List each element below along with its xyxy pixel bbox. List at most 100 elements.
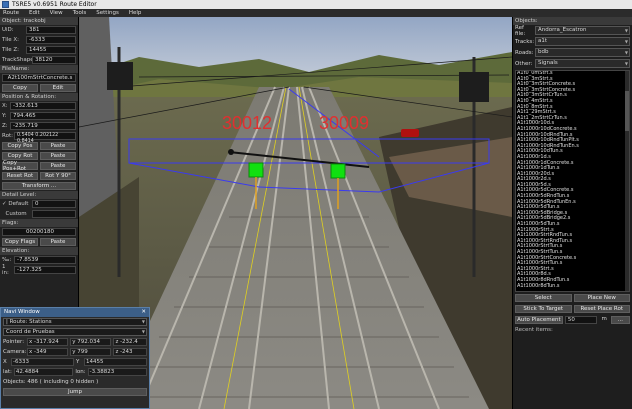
window-title: TSRE5 v0.6951 Route Editor [12,1,97,8]
scrollbar-thumb[interactable] [625,91,629,131]
edit-filename-button[interactable]: Edit [40,84,76,92]
menu-settings[interactable]: Settings [91,10,124,16]
default-radio[interactable]: ✓ Default [2,201,32,207]
tile-x-label: X [3,359,7,365]
camera-label: Camera: [3,349,27,355]
custom-field[interactable] [32,210,76,218]
paste-pos-button[interactable]: Paste [40,142,76,150]
lat-field[interactable]: 42.4884 [13,368,74,376]
lat-label: lat: [3,369,12,375]
filename-header: FileName: [0,65,78,73]
menu-help[interactable]: Help [124,10,147,16]
y-field[interactable]: 794.465 [10,112,76,120]
copy-filename-button[interactable]: Copy [2,84,38,92]
objects-count: Objects: 486 ( including 0 hidden ) [3,379,99,385]
tracks-label: Tracks: [515,38,535,45]
marker-left[interactable] [248,162,264,178]
uid-field[interactable]: 381 [26,26,76,34]
place-new-button[interactable]: Place New [573,294,630,302]
reset-rot-button[interactable]: Reset Rot [2,172,38,180]
meters-label: m [601,316,607,322]
tilez-label: Tile Z: [2,47,19,53]
jump-button[interactable]: Jump [3,388,147,396]
filename-field[interactable]: A2t100mStrtConcrete.s [2,74,76,82]
title-bar: TSRE5 v0.6951 Route Editor [0,0,632,9]
trackshape-field[interactable]: 38120 [32,56,76,64]
menu-view[interactable]: View [45,10,68,16]
menu-route[interactable]: Route [0,10,24,16]
tilex-field[interactable]: -6333 [26,36,76,44]
tilex-label: Tile X: [2,37,19,43]
auto-placement-field[interactable]: 50 [564,316,598,324]
reffile-select[interactable]: Andorra_Escatron [535,26,630,35]
list-item[interactable]: A1t1000r8dTun.s [516,283,629,290]
default-label: Default [8,201,29,207]
menu-bar: Route Edit View Tools Settings Help [0,9,632,17]
navi-title-bar[interactable]: Navi Window ✕ [1,308,149,317]
uid-label: UiD: [2,27,14,33]
more-button[interactable]: ... [610,316,631,324]
camera-z[interactable]: z -243 [113,348,148,356]
stick-target-button[interactable]: Stick To Target [515,305,572,313]
default-field[interactable]: 0 [32,200,76,208]
custom-label: Custom [5,211,27,217]
object-header: Object: trackobj [0,17,78,25]
rot-label: Rot: [2,133,13,139]
y-label: Y: [2,113,7,119]
camera-y[interactable]: y 799 [70,348,112,356]
sign-right-label: 30009 [319,113,369,133]
copy-rot-button[interactable]: Copy Rot [2,152,38,160]
custom-radio[interactable]: Custom [2,211,32,217]
marker-right[interactable] [330,163,346,179]
flags-field[interactable]: 00200180 [2,228,76,236]
paste-posrot-button[interactable]: Paste [40,162,76,170]
select-button[interactable]: Select [515,294,572,302]
tracks-select[interactable]: a1t [535,37,630,46]
lon-field[interactable]: -3.38823 [87,368,147,376]
x-label: X: [2,103,8,109]
posrot-header: Position & Rotation: [0,93,78,101]
roads-select[interactable]: bdb [535,48,630,57]
flags-header: Flags: [0,219,78,227]
trackshape-label: TrackShape: [2,57,36,63]
tile-y-label: Y [76,359,80,365]
rot-field[interactable]: 0.5404 0.202122 0.8414 [14,132,76,144]
menu-edit[interactable]: Edit [24,10,45,16]
rot-y90-button[interactable]: Rot Y 90° [40,172,76,180]
elev-permille-field[interactable]: -7.8539 [14,256,76,264]
elev-ratio-field[interactable]: -127.325 [14,266,76,274]
transform-button[interactable]: Transform ... [2,182,76,190]
paste-rot-button[interactable]: Paste [40,152,76,160]
copy-flags-button[interactable]: Copy Flags [2,238,38,246]
pointer-x: x -317.924 [27,338,69,346]
z-field[interactable]: -235.719 [10,122,76,130]
route-select[interactable]: | Route: Stations [3,318,147,326]
elev-permille-label: ‰: [2,257,12,263]
object-list-scrollbar[interactable] [625,71,629,291]
object-list[interactable]: A1t0_0mStrt.s A1t0_3mStrt.s A1t0_3mStrtCon… [515,70,630,292]
x-field[interactable]: -332.613 [10,102,76,110]
navi-window: Navi Window ✕ | Route: Stations Coord de … [0,307,150,409]
app-icon [2,1,9,8]
tilez-field[interactable]: 14455 [26,46,76,54]
copy-posrot-button[interactable]: Copy Pos+Rot [2,160,38,172]
paste-flags-button[interactable]: Paste [40,238,76,246]
auto-placement-button[interactable]: Auto Placement [515,316,563,324]
reffile-label: Ref file: [515,24,526,37]
tile-y-field[interactable]: 14455 [84,358,147,366]
other-label: Other: [515,60,533,67]
coord-select[interactable]: Coord de Pruebas [3,328,147,336]
objects-panel: Objects: Ref file:Andorra_Escatron Track… [512,17,632,409]
other-select[interactable]: Signals [535,59,630,68]
elevation-header: Elevation: [0,247,78,255]
close-icon[interactable]: ✕ [141,308,146,317]
recent-header: Recent items: [515,327,553,333]
detail-header: Detail Level: [0,191,78,199]
reset-place-rot-button[interactable]: Reset Place Rot [573,305,630,313]
menu-tools[interactable]: Tools [68,10,92,16]
pointer-y: y 792.034 [70,338,112,346]
camera-x[interactable]: x -349 [27,348,69,356]
copy-pos-button[interactable]: Copy Pos [2,142,38,150]
tile-x-field[interactable]: -6333 [11,358,74,366]
navi-title: Navi Window [4,309,40,315]
